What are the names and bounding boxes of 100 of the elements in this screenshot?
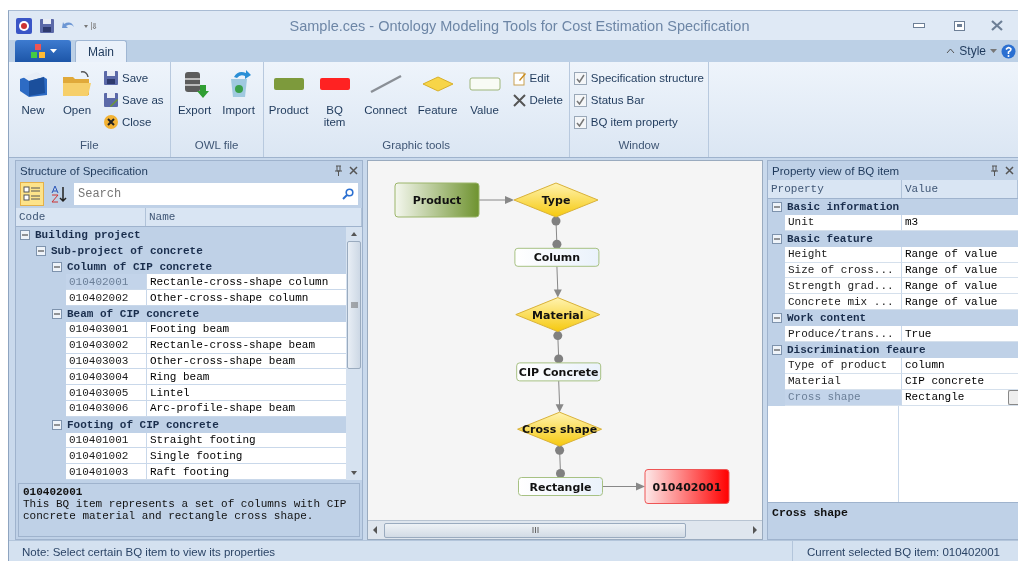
- collapse-ribbon-icon[interactable]: [946, 48, 956, 54]
- tree-group-label[interactable]: Sub-project of concrete: [51, 244, 203, 257]
- name-cell[interactable]: Footing beam: [147, 321, 346, 338]
- name-cell[interactable]: Straight footing: [147, 432, 346, 449]
- collapse-toggle-icon[interactable]: [52, 419, 62, 430]
- code-cell[interactable]: 010401002: [66, 448, 147, 465]
- property-value[interactable]: True: [902, 326, 1018, 342]
- collapse-toggle-icon[interactable]: [772, 313, 782, 324]
- group-label: OWL file: [193, 139, 240, 153]
- property-value[interactable]: Range of value: [902, 278, 1018, 295]
- ribbon-button[interactable]: Delete: [509, 90, 565, 110]
- description-title: 010402001: [23, 486, 84, 498]
- name-cell[interactable]: Other-cross-shape column: [147, 290, 346, 307]
- property-name[interactable]: Strength grad...: [785, 278, 902, 295]
- ribbon-button[interactable]: Import: [218, 66, 259, 139]
- horizontal-scrollbar[interactable]: [368, 520, 762, 539]
- ribbon-button[interactable]: Close: [101, 112, 166, 132]
- close-icon[interactable]: [349, 166, 358, 175]
- tree-group-label[interactable]: Column of CIP concrete: [67, 260, 213, 273]
- code-cell[interactable]: 010401001: [66, 432, 147, 449]
- ribbon-button[interactable]: Edit: [509, 68, 565, 88]
- close-icon: [103, 114, 119, 130]
- grid-header[interactable]: Value: [902, 180, 1018, 198]
- name-cell[interactable]: Ring beam: [147, 369, 346, 386]
- tree-group-label[interactable]: Building project: [35, 228, 141, 241]
- grid-header[interactable]: Name: [146, 208, 362, 226]
- collapse-toggle-icon[interactable]: [772, 233, 782, 244]
- collapse-toggle-icon[interactable]: [52, 308, 62, 319]
- ribbon-button[interactable]: Product: [267, 66, 310, 139]
- name-cell[interactable]: Rectanle-cross-shape column: [147, 274, 346, 291]
- checkbox-option[interactable]: Status Bar: [573, 90, 704, 110]
- scroll-left-icon[interactable]: [372, 526, 378, 534]
- bq-item-node: 010402001: [644, 469, 730, 504]
- help-icon[interactable]: [1001, 43, 1016, 59]
- code-cell[interactable]: 010403005: [66, 385, 147, 401]
- customize-menu-icon[interactable]: [83, 20, 97, 31]
- pin-icon[interactable]: [334, 165, 343, 176]
- connector-arrow: [555, 380, 564, 413]
- tree-group-label[interactable]: Footing of CIP concrete: [67, 418, 219, 431]
- collapse-toggle-icon[interactable]: [772, 201, 782, 212]
- property-value[interactable]: Range of value: [902, 294, 1018, 311]
- grid-header[interactable]: Code: [16, 208, 146, 226]
- diamond-shape-icon: [421, 76, 454, 92]
- close-icon[interactable]: [1005, 166, 1014, 175]
- ribbon-button[interactable]: Open: [57, 66, 97, 139]
- connector-arrow: [553, 265, 562, 298]
- ribbon-button[interactable]: BQ item: [313, 66, 356, 139]
- checkbox-option[interactable]: Specification structure: [573, 68, 704, 88]
- vertical-scrollbar[interactable]: [346, 227, 362, 480]
- code-cell[interactable]: 010403004: [66, 369, 147, 386]
- search-field[interactable]: Search: [74, 183, 338, 205]
- grid-header[interactable]: Property: [768, 180, 902, 198]
- feature-node: Cross shape: [517, 411, 603, 447]
- code-cell[interactable]: 010403001: [66, 321, 147, 338]
- collapse-toggle-icon[interactable]: [52, 261, 62, 272]
- property-name[interactable]: Concrete mix ...: [785, 294, 902, 311]
- pin-icon[interactable]: [990, 165, 999, 176]
- name-cell[interactable]: Single footing: [147, 448, 346, 465]
- feature-node: Type: [513, 182, 599, 218]
- ribbon-button[interactable]: Save as: [101, 90, 166, 110]
- name-cell[interactable]: Lintel: [147, 385, 346, 401]
- save-icon[interactable]: [39, 17, 55, 34]
- style-menu[interactable]: Style: [959, 44, 986, 58]
- ellipsis-button[interactable]: [1008, 389, 1018, 405]
- name-cell[interactable]: Raft footing: [147, 464, 346, 480]
- bq-item-shape-icon: [318, 77, 351, 91]
- ribbon-button[interactable]: Export: [174, 66, 215, 139]
- caret-icon: [49, 49, 57, 53]
- search-icon[interactable]: [338, 183, 358, 205]
- checkbox[interactable]: [573, 115, 587, 129]
- value-node: Column: [514, 247, 600, 267]
- panel-title: Structure of Specification: [20, 164, 149, 177]
- application-menu-button[interactable]: [15, 40, 71, 62]
- ribbon-button[interactable]: New: [13, 66, 53, 139]
- collapse-toggle-icon[interactable]: [36, 245, 46, 256]
- ribbon-button[interactable]: Feature: [415, 66, 460, 139]
- categorized-view-button[interactable]: [20, 182, 44, 206]
- property-name[interactable]: Produce/trans...: [785, 326, 902, 342]
- dropdown-caret-icon[interactable]: [990, 49, 997, 53]
- ribbon-button[interactable]: Connect: [359, 66, 412, 139]
- connector-line: [555, 445, 565, 478]
- checkbox[interactable]: [573, 93, 587, 107]
- checkbox[interactable]: [573, 71, 587, 85]
- collapse-toggle-icon[interactable]: [772, 344, 782, 355]
- tree-group-label[interactable]: Beam of CIP concrete: [67, 307, 200, 320]
- code-cell[interactable]: 010401003: [66, 464, 147, 480]
- checkbox-option[interactable]: BQ item property: [573, 112, 704, 132]
- collapse-toggle-icon[interactable]: [20, 229, 30, 240]
- app-logo-icon: [15, 16, 33, 35]
- product-node: Product: [394, 182, 480, 218]
- ribbon-button[interactable]: Value: [463, 66, 506, 139]
- scroll-right-icon[interactable]: [752, 526, 758, 534]
- ribbon-button[interactable]: Save: [101, 68, 166, 88]
- product-shape-icon: [272, 77, 305, 91]
- value-shape-icon: [468, 77, 501, 91]
- value-node: CIP Concrete: [516, 362, 602, 382]
- folder-icon: [61, 69, 93, 99]
- code-cell[interactable]: 010402002: [66, 290, 147, 307]
- checkbox-label: Specification structure: [590, 72, 704, 84]
- ribbon-tab[interactable]: Main: [75, 40, 127, 62]
